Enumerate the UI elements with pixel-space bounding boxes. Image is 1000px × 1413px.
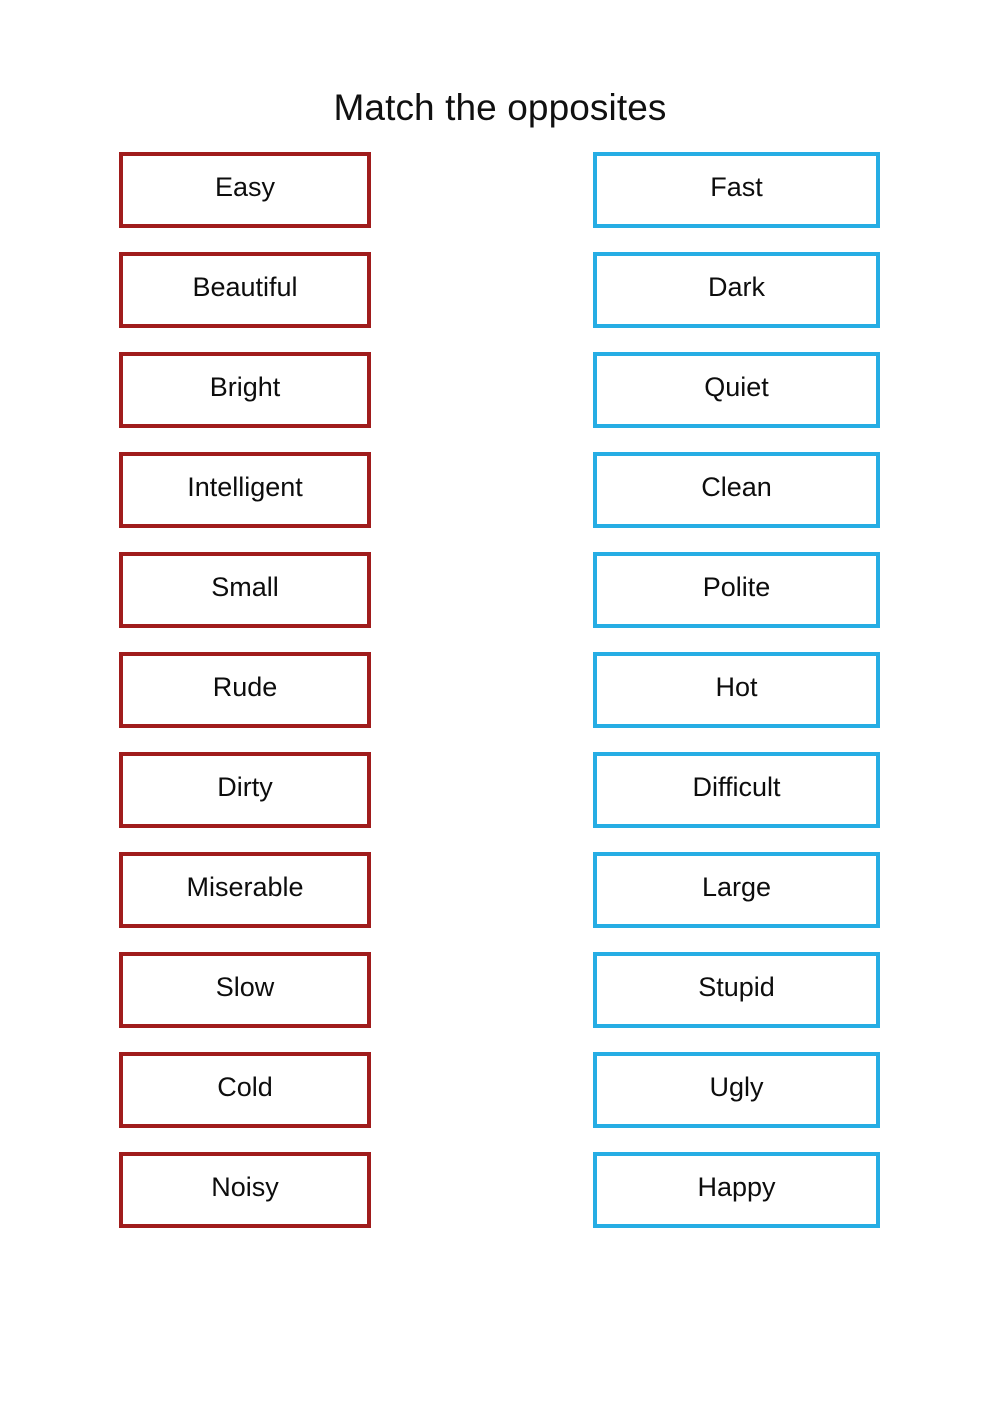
word-label: Slow (215, 972, 275, 1002)
word-label: Bright (209, 372, 281, 402)
word-box-right-7[interactable]: Difficult (593, 752, 880, 828)
word-box-left-9[interactable]: Slow (119, 952, 371, 1028)
word-label: Difficult (692, 772, 781, 802)
word-label: Dirty (217, 772, 273, 802)
word-box-right-11[interactable]: Happy (593, 1152, 880, 1228)
word-label: Beautiful (192, 272, 298, 302)
word-box-left-5[interactable]: Small (119, 552, 371, 628)
word-label: Ugly (709, 1072, 764, 1102)
word-box-left-1[interactable]: Easy (119, 152, 371, 228)
word-box-left-11[interactable]: Noisy (119, 1152, 371, 1228)
word-box-left-4[interactable]: Intelligent (119, 452, 371, 528)
page-title: Match the opposites (333, 87, 667, 128)
word-box-right-10[interactable]: Ugly (593, 1052, 880, 1128)
word-label: Hot (715, 672, 758, 702)
word-box-right-5[interactable]: Polite (593, 552, 880, 628)
word-box-right-2[interactable]: Dark (593, 252, 880, 328)
word-box-left-10[interactable]: Cold (119, 1052, 371, 1128)
word-label: Stupid (698, 972, 775, 1002)
word-box-right-8[interactable]: Large (593, 852, 880, 928)
word-label: Clean (701, 472, 772, 502)
word-label: Polite (702, 572, 771, 602)
worksheet-page: Match the opposites Easy Beautiful Brigh… (0, 0, 1000, 1413)
word-box-left-2[interactable]: Beautiful (119, 252, 371, 328)
word-box-right-3[interactable]: Quiet (593, 352, 880, 428)
word-label: Dark (707, 272, 765, 302)
word-box-right-1[interactable]: Fast (593, 152, 880, 228)
word-label: Quiet (704, 372, 769, 402)
word-label: Cold (217, 1072, 273, 1102)
word-label: Noisy (211, 1172, 279, 1202)
word-label: Miserable (186, 872, 304, 902)
word-label: Rude (212, 672, 278, 702)
word-box-left-7[interactable]: Dirty (119, 752, 371, 828)
word-box-left-8[interactable]: Miserable (119, 852, 371, 928)
word-box-right-4[interactable]: Clean (593, 452, 880, 528)
left-word-column: Easy Beautiful Bright Intelligent Small … (119, 152, 371, 1228)
word-label: Fast (710, 172, 763, 202)
word-label: Intelligent (187, 472, 303, 502)
word-box-right-9[interactable]: Stupid (593, 952, 880, 1028)
word-label: Happy (697, 1172, 776, 1202)
word-box-right-6[interactable]: Hot (593, 652, 880, 728)
word-box-left-6[interactable]: Rude (119, 652, 371, 728)
right-word-column: Fast Dark Quiet Clean Polite Hot Difficu… (593, 152, 880, 1228)
word-label: Easy (214, 172, 276, 202)
word-label: Large (701, 872, 772, 902)
word-label: Small (211, 572, 279, 602)
word-box-left-3[interactable]: Bright (119, 352, 371, 428)
